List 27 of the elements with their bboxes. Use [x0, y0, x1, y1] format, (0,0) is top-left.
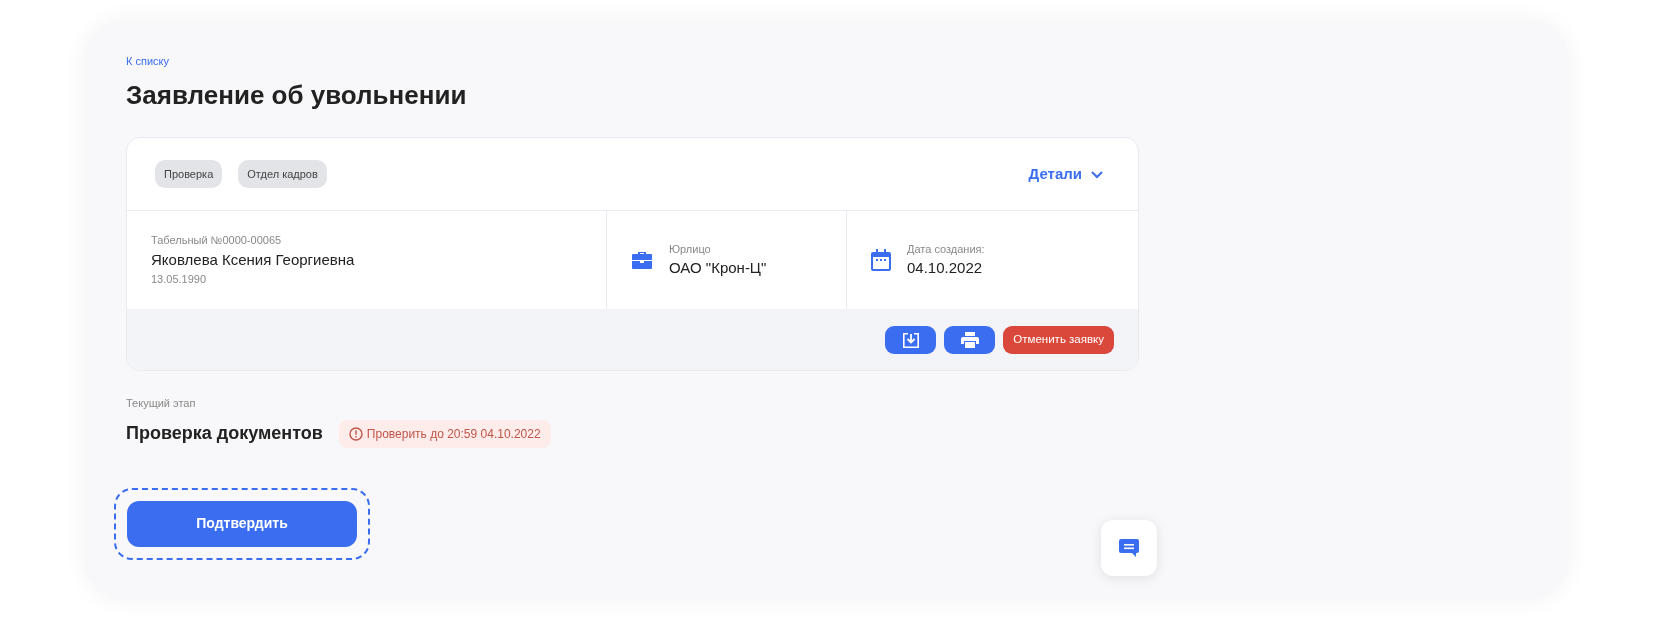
calendar-icon	[871, 249, 891, 272]
birth-date: 13.05.1990	[151, 272, 208, 288]
page-title: Заявление об увольнении	[126, 80, 468, 112]
printer-icon	[960, 331, 979, 348]
chat-button[interactable]	[1101, 520, 1157, 576]
field-label: Дата создания:	[907, 241, 985, 257]
stage-name: Проверка документов	[126, 422, 323, 446]
back-link[interactable]: К списку	[126, 55, 169, 67]
status-tag: Отдел кадров	[238, 159, 327, 189]
print-button[interactable]	[944, 325, 996, 354]
stage-caption: Текущий этап	[126, 396, 197, 412]
download-button[interactable]	[885, 325, 937, 354]
field-value: ОАО "Крон-Ц"	[669, 258, 767, 279]
field-value: 04.10.2022	[907, 258, 984, 279]
cancel-request-button[interactable]: Отменить заявку	[1003, 325, 1114, 354]
employee-name: Яковлева Ксения Георгиевна	[151, 249, 356, 270]
employee-number: Табельный №0000-00065	[151, 233, 283, 249]
chevron-icon	[1090, 168, 1104, 181]
status-tag: Проверка	[155, 159, 223, 189]
deadline-badge: Проверить до 20:59 04.10.2022	[338, 419, 551, 448]
info-icon	[348, 426, 363, 441]
briefcase-icon	[631, 250, 653, 271]
field-label: Юрлицо	[669, 241, 712, 257]
chat-icon	[1118, 538, 1140, 558]
details-toggle[interactable]: Детали	[1022, 161, 1110, 187]
download-icon	[901, 331, 920, 348]
confirm-button[interactable]: Подтвердить	[127, 500, 357, 547]
